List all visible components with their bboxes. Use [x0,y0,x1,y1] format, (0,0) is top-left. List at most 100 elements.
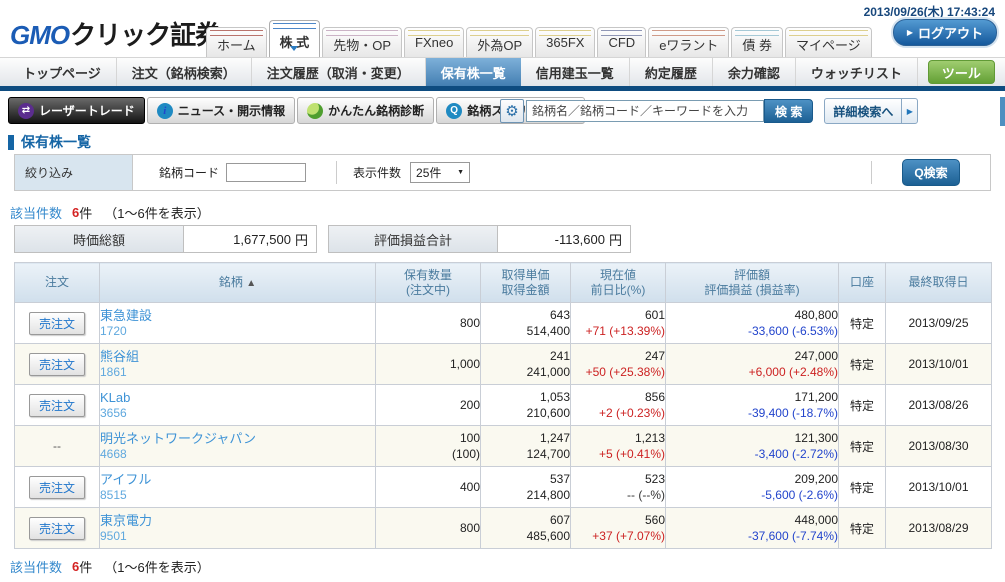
current-price: 856 [571,389,665,405]
market-value: 1,677,500 [233,232,291,247]
menu-execution-history[interactable]: 約定履歴 [630,58,713,86]
quantity: 200 [376,397,480,413]
result-count-top: 該当件数 6 件 （1～6件を表示） [10,203,210,222]
menu-order-search[interactable]: 注文（銘柄検索） [117,58,252,86]
total-pl-label: 評価損益合計 [329,226,498,252]
filter-divider [336,161,337,184]
logout-button[interactable]: ▶ ログアウト [893,19,997,46]
menu-watchlist[interactable]: ウォッチリスト [796,58,918,86]
sell-order-button[interactable]: 売注文 [29,312,85,335]
unit-cost: 241 [481,348,570,364]
account-type: 特定 [839,385,886,426]
col-name[interactable]: 銘柄 ▲ [100,263,376,303]
menu-margin-positions[interactable]: 信用建玉一覧 [521,58,630,86]
stock-name-link[interactable]: 明光ネットワークジャパン [100,430,375,447]
table-row: 売注文 KLab 3656 200 1,053 210,600 856 +2 (… [15,385,992,426]
profit-loss: +6,000 (+2.48%) [666,364,838,380]
tab-bonds[interactable]: 債 券 [731,27,783,57]
unit-cost: 537 [481,471,570,487]
info-icon: i [157,103,173,119]
account-type: 特定 [839,303,886,344]
col-valuation: 評価額評価損益 (損益率) [666,263,839,303]
menu-top-page[interactable]: トップページ [8,58,117,86]
symbol-search-input[interactable] [526,100,764,122]
page-title-block: 保有株一覧 [8,132,91,152]
tab-365fx[interactable]: 365FX [535,27,595,57]
account-type: 特定 [839,344,886,385]
stock-code-input[interactable] [226,163,306,182]
filter-bar: 絞り込み 銘柄コード 表示件数 25件 ▼ Q検索 [14,154,991,191]
stock-name-link[interactable]: アイフル [100,471,375,488]
tools-button[interactable]: ツール [928,60,995,84]
unit-cost: 1,053 [481,389,570,405]
display-count-select[interactable]: 25件 ▼ [410,162,470,183]
col-current-price: 現在値前日比(%) [571,263,666,303]
stock-code-link[interactable]: 8515 [100,488,375,503]
col-acquisition: 取得単価取得金額 [481,263,571,303]
tab-cfd[interactable]: CFD [597,27,646,57]
quantity: 100 [376,430,480,446]
last-acquired-date: 2013/08/30 [886,426,992,467]
day-change: -- (--%) [571,487,665,503]
stock-code-link[interactable]: 9501 [100,529,375,544]
day-change: +5 (+0.41%) [571,446,665,462]
stock-code-link[interactable]: 3656 [100,406,375,421]
advanced-search-button[interactable]: 詳細検索へ ▶ [824,98,918,124]
valuation: 209,200 [666,471,838,487]
sell-order-button[interactable]: 売注文 [29,517,85,540]
unit-cost: 607 [481,512,570,528]
tab-stocks[interactable]: 株 式 [269,20,321,57]
valuation: 448,000 [666,512,838,528]
filter-search-button[interactable]: Q検索 [902,159,959,186]
acquisition-amount: 210,600 [481,405,570,421]
stock-code-link[interactable]: 1720 [100,324,375,339]
laser-trade-button[interactable]: ⇄ レーザートレード [8,97,145,124]
stock-name-link[interactable]: 東急建設 [100,307,375,324]
summary-boxes: 時価総額 1,677,500 円 評価損益合計 -113,600 円 [14,225,631,253]
menu-holdings-list[interactable]: 保有株一覧 [426,58,521,86]
valuation: 247,000 [666,348,838,364]
col-account: 口座 [839,263,886,303]
menu-order-history[interactable]: 注文履歴（取消・変更） [252,58,426,86]
no-order-placeholder: -- [53,439,61,453]
sell-order-button[interactable]: 売注文 [29,476,85,499]
stock-code-link[interactable]: 1861 [100,365,375,380]
tab-gaitame-op[interactable]: 外為OP [466,27,533,57]
top-header: GMOクリック証券 2013/09/26(木) 17:43:24 ホーム 株 式… [0,0,1005,57]
total-pl-value: -113,600 [555,232,605,247]
stock-name-link[interactable]: 熊谷組 [100,348,375,365]
sell-order-button[interactable]: 売注文 [29,394,85,417]
brand-logo: GMOクリック証券 [10,15,220,52]
stock-code-link[interactable]: 4668 [100,447,375,462]
col-order: 注文 [15,263,100,303]
table-row: 売注文 熊谷組 1861 1,000 241 241,000 247 +50 (… [15,344,992,385]
profit-loss: -33,600 (-6.53%) [666,323,838,339]
panel-edge-handle[interactable] [1000,97,1005,126]
server-timestamp: 2013/09/26(木) 17:43:24 [864,3,995,20]
menu-buying-power[interactable]: 余力確認 [713,58,796,86]
unit-cost: 643 [481,307,570,323]
tab-home[interactable]: ホーム [206,27,267,57]
tab-mypage[interactable]: マイページ [785,27,872,57]
stock-name-link[interactable]: KLab [100,389,375,406]
tab-futures-op[interactable]: 先物・OP [322,27,402,57]
chevron-right-icon: ▶ [901,99,917,123]
sort-asc-icon: ▲ [246,278,256,289]
stock-name-link[interactable]: 東京電力 [100,512,375,529]
table-row: 売注文 東京電力 9501 800 607 485,600 560 +37 (+… [15,508,992,549]
news-disclosure-button[interactable]: i ニュース・開示情報 [147,97,295,124]
acquisition-amount: 514,400 [481,323,570,339]
sell-order-button[interactable]: 売注文 [29,353,85,376]
app-root: GMOクリック証券 2013/09/26(木) 17:43:24 ホーム 株 式… [0,0,1005,582]
stock-diagnosis-button[interactable]: かんたん銘柄診断 [297,97,434,124]
profit-loss: -39,400 (-18.7%) [666,405,838,421]
quantity: 800 [376,315,480,331]
tab-ewarrant[interactable]: eワラント [648,27,729,57]
product-tabs: ホーム 株 式 先物・OP FXneo 外為OP 365FX CFD eワラント… [206,20,874,57]
day-change: +71 (+13.39%) [571,323,665,339]
gear-icon[interactable]: ⚙ [500,99,524,123]
symbol-search-button[interactable]: 検 索 [764,99,813,123]
tab-fxneo[interactable]: FXneo [404,27,464,57]
diagnosis-icon [307,103,323,119]
title-accent-bar [8,135,14,150]
